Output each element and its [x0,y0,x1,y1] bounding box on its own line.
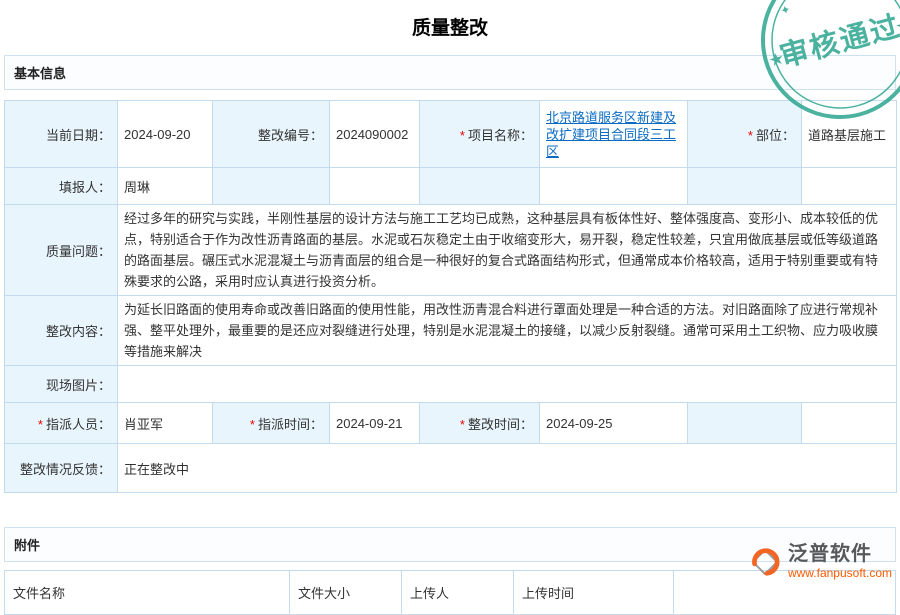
required-asterisk: * [250,417,255,432]
form-row-1: 当前日期： 2024-09-20 整改编号： 2024090002 *项目名称：… [5,101,897,168]
vendor-logo: 泛普软件 www.fanpusoft.com [748,543,892,580]
assign-time-value: 2024-09-21 [330,403,420,444]
part-label: *部位： [688,101,802,168]
assignee-label: *指派人员： [5,403,118,444]
rectify-time-value: 2024-09-25 [540,403,688,444]
project-name-cell: 北京路道服务区新建及改扩建项目合同段三工区 [540,101,688,168]
vendor-name: 泛普软件 [788,543,892,565]
project-name-link[interactable]: 北京路道服务区新建及改扩建项目合同段三工区 [546,110,676,159]
attach-header-file-size: 文件大小 [290,571,402,615]
rectification-value: 为延长旧路面的使用寿命或改善旧路面的使用性能，用改性沥青混合料进行罩面处理是一种… [118,296,897,366]
rectify-time-label-text: 整改时间： [468,417,533,432]
assign-time-label: *指派时间： [213,403,330,444]
attach-header-upload-time: 上传时间 [514,571,674,615]
assignee-value: 肖亚军 [118,403,213,444]
form-row-site-photos: 现场图片： [5,366,897,403]
vendor-url: www.fanpusoft.com [788,566,892,580]
empty-value-cell [802,403,897,444]
current-date-value: 2024-09-20 [118,101,213,168]
fanpu-logo-icon [748,545,782,579]
empty-label-cell [688,168,802,205]
part-label-text: 部位： [756,128,795,143]
empty-value-cell [802,168,897,205]
form-row-quality-issue: 质量问题： 经过多年的研究与实践，半刚性基层的设计方法与施工工艺均已成熟，这种基… [5,205,897,296]
rectify-no-label: 整改编号： [213,101,330,168]
required-asterisk: * [38,417,43,432]
part-value: 道路基层施工 [802,101,897,168]
empty-value-cell [330,168,420,205]
project-name-label: *项目名称： [420,101,540,168]
quality-issue-value: 经过多年的研究与实践，半刚性基层的设计方法与施工工艺均已成熟，这种基层具有板体性… [118,205,897,296]
section-basic-info: 基本信息 [4,55,896,90]
empty-label-cell [213,168,330,205]
rectify-time-label: *整改时间： [420,403,540,444]
rectification-label: 整改内容： [5,296,118,366]
form-row-rectification: 整改内容： 为延长旧路面的使用寿命或改善旧路面的使用性能，用改性沥青混合料进行罩… [5,296,897,366]
required-asterisk: * [748,128,753,143]
current-date-label: 当前日期： [5,101,118,168]
attach-header-file-name: 文件名称 [5,571,290,615]
feedback-label: 整改情况反馈： [5,444,118,493]
form-row-2: 填报人： 周琳 [5,168,897,205]
required-asterisk: * [460,128,465,143]
page-title: 质量整改 [0,0,900,55]
empty-value-cell [540,168,688,205]
reporter-label: 填报人： [5,168,118,205]
empty-label-cell [420,168,540,205]
quality-issue-label: 质量问题： [5,205,118,296]
assignee-label-text: 指派人员： [46,417,111,432]
basic-info-table: 当前日期： 2024-09-20 整改编号： 2024090002 *项目名称：… [4,100,897,493]
site-photos-value [118,366,897,403]
project-name-label-text: 项目名称： [468,128,533,143]
required-asterisk: * [460,417,465,432]
form-row-assignment: *指派人员： 肖亚军 *指派时间： 2024-09-21 *整改时间： 2024… [5,403,897,444]
reporter-value: 周琳 [118,168,213,205]
feedback-value: 正在整改中 [118,444,897,493]
rectify-no-value: 2024090002 [330,101,420,168]
empty-label-cell [688,403,802,444]
attach-header-uploader: 上传人 [402,571,514,615]
site-photos-label: 现场图片： [5,366,118,403]
assign-time-label-text: 指派时间： [258,417,323,432]
form-row-feedback: 整改情况反馈： 正在整改中 [5,444,897,493]
